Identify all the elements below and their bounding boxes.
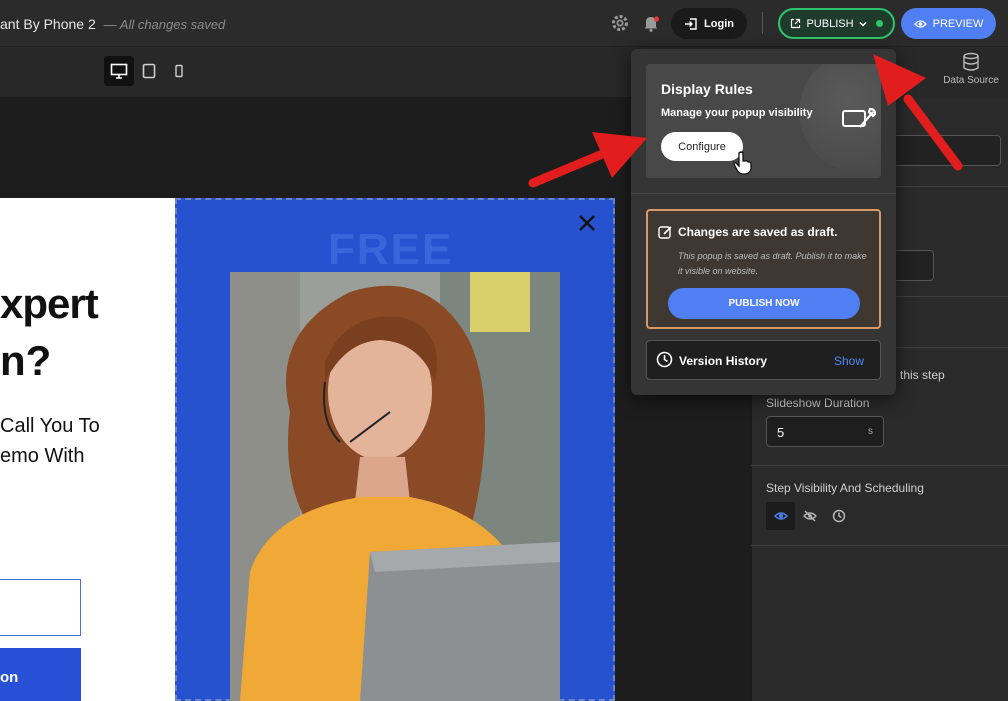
arrow-to-configure	[528, 132, 647, 188]
arrow-to-publish	[873, 54, 963, 171]
annotation-arrows	[528, 54, 963, 188]
